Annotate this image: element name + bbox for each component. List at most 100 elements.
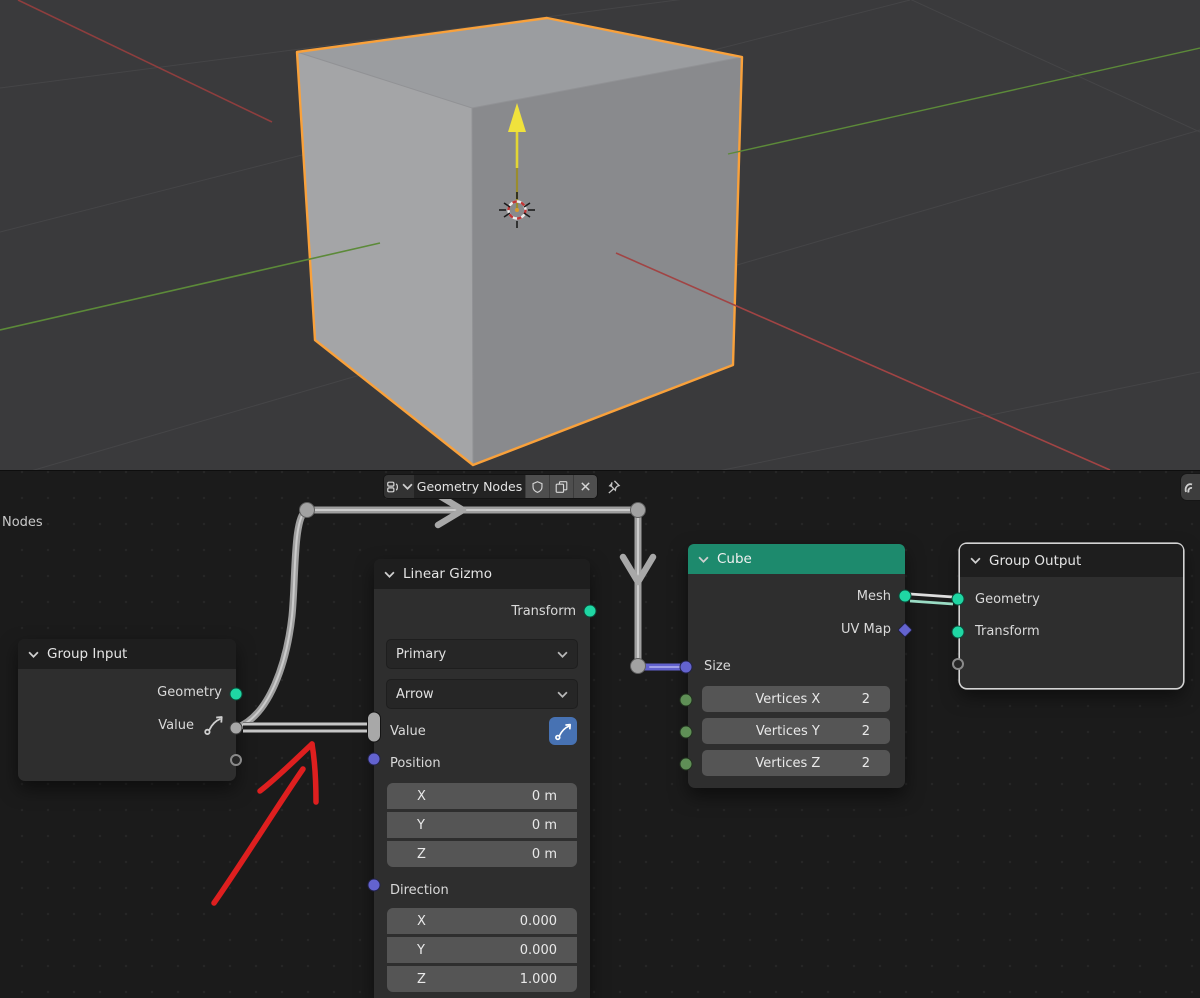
field-value: 0 m: [532, 818, 557, 833]
collapse-chevron-icon[interactable]: [970, 557, 981, 564]
socket-cube-mesh-out[interactable]: [899, 590, 912, 603]
input-row-transform: Transform: [960, 615, 1183, 648]
output-row-geometry: Geometry: [18, 676, 236, 708]
link-value-double: [243, 724, 372, 731]
position-x-field[interactable]: X 0 m: [387, 783, 577, 809]
input-row-position: Position: [374, 747, 590, 779]
gizmo-toggle-button[interactable]: [549, 717, 577, 745]
socket-group-output-transform-in[interactable]: [952, 626, 965, 639]
axis-label: Y: [417, 818, 425, 833]
socket-linear-gizmo-transform-out[interactable]: [584, 605, 597, 618]
vertices-x-field[interactable]: Vertices X 2: [702, 686, 890, 712]
field-label: Vertices X: [708, 692, 868, 707]
node-header-group-input[interactable]: Group Input: [18, 639, 236, 669]
input-label: Geometry: [975, 592, 1040, 607]
socket-cube-vertices-x-in[interactable]: [680, 694, 693, 707]
direction-y-field[interactable]: Y 0.000: [387, 937, 577, 963]
node-group-input[interactable]: Group Input Geometry Value: [18, 639, 236, 781]
socket-cube-size-in[interactable]: [680, 661, 693, 674]
snapping-icon-button[interactable]: [1181, 474, 1200, 500]
input-row-size: Size: [688, 646, 905, 686]
chevron-down-icon: [402, 483, 413, 490]
node-tree-name-field[interactable]: Geometry Nodes: [414, 475, 525, 498]
dropdown-value: Arrow: [396, 687, 557, 702]
link-mesh-geometry-double: [910, 594, 953, 597]
gizmo-dial-icon: [554, 722, 573, 741]
output-row-value: Value: [18, 708, 236, 742]
input-label: Size: [704, 659, 731, 674]
node-linear-gizmo[interactable]: Linear Gizmo Transform Primary Arrow Val…: [374, 559, 590, 998]
socket-linear-gizmo-value-in[interactable]: [367, 712, 381, 743]
output-row-transform: Transform: [374, 593, 590, 629]
new-node-tree-button[interactable]: [549, 475, 573, 498]
node-header-cube[interactable]: Cube: [688, 544, 905, 574]
socket-cube-vertices-y-in[interactable]: [680, 726, 693, 739]
input-row-geometry: Geometry: [960, 583, 1183, 615]
node-header-linear-gizmo[interactable]: Linear Gizmo: [374, 559, 590, 589]
node-header-group-output[interactable]: Group Output: [960, 544, 1183, 577]
field-value: 0 m: [532, 847, 557, 862]
input-label: Position: [390, 756, 441, 771]
pin-button[interactable]: [602, 475, 624, 498]
gizmo-dial-icon: [203, 714, 225, 736]
node-title: Group Input: [47, 646, 127, 662]
vertices-y-field[interactable]: Vertices Y 2: [702, 718, 890, 744]
socket-group-input-geometry-out[interactable]: [230, 688, 243, 701]
socket-linear-gizmo-direction-in[interactable]: [368, 879, 381, 892]
position-z-field[interactable]: Z 0 m: [387, 841, 577, 867]
output-label: UV Map: [841, 622, 891, 637]
node-group-output[interactable]: Group Output Geometry Transform: [960, 544, 1183, 688]
collapse-chevron-icon[interactable]: [384, 571, 395, 578]
fake-user-button[interactable]: [525, 475, 549, 498]
axis-label: Y: [417, 943, 425, 958]
output-label: Geometry: [157, 685, 222, 700]
collapse-chevron-icon[interactable]: [28, 651, 39, 658]
gizmo-role-dropdown[interactable]: Primary: [386, 639, 578, 669]
axis-label: Z: [417, 847, 426, 862]
direction-z-field[interactable]: Z 1.000: [387, 966, 577, 992]
3d-viewport[interactable]: [0, 0, 1200, 470]
socket-group-output-geometry-in[interactable]: [952, 593, 965, 606]
socket-linear-gizmo-position-in[interactable]: [368, 753, 381, 766]
field-value: 0 m: [532, 789, 557, 804]
vertices-z-field[interactable]: Vertices Z 2: [702, 750, 890, 776]
socket-cube-vertices-z-in[interactable]: [680, 758, 693, 771]
chevron-down-icon: [557, 651, 568, 658]
collapse-chevron-icon[interactable]: [698, 556, 709, 563]
shield-icon: [531, 480, 544, 494]
socket-group-input-value-out[interactable]: [230, 722, 243, 735]
close-icon: [580, 481, 591, 492]
output-label: Value: [158, 718, 194, 733]
chevron-down-icon: [557, 691, 568, 698]
axis-label: X: [417, 914, 426, 929]
node-title: Cube: [717, 551, 752, 567]
input-label: Transform: [975, 624, 1040, 639]
blender-window: Nodes Geometry Nodes: [0, 0, 1200, 998]
link-arrow-right: [438, 495, 463, 525]
input-row-direction: Direction: [374, 875, 590, 905]
gizmo-style-dropdown[interactable]: Arrow: [386, 679, 578, 709]
direction-x-field[interactable]: X 0.000: [387, 908, 577, 934]
direction-fields: X 0.000 Y 0.000 Z 1.000: [387, 908, 577, 992]
position-fields: X 0 m Y 0 m Z 0 m: [387, 783, 577, 867]
output-row-uvmap: UV Map: [688, 612, 905, 646]
field-value: 0.000: [520, 943, 557, 958]
link-arrow-down: [623, 557, 653, 582]
field-value: 1.000: [520, 972, 557, 987]
position-y-field[interactable]: Y 0 m: [387, 812, 577, 838]
node-tree-type-button[interactable]: [384, 475, 414, 498]
input-row-value: Value: [374, 715, 590, 747]
node-tree-icon: [386, 480, 400, 494]
node-cube[interactable]: Cube Mesh UV Map Size Vertices X 2 Verti…: [688, 544, 905, 788]
snap-magnet-icon: [1183, 479, 1199, 495]
node-title: Group Output: [989, 553, 1081, 569]
socket-group-input-extend[interactable]: [230, 754, 242, 766]
field-label: Vertices Z: [708, 756, 868, 771]
editor-title-overlay: Nodes: [2, 515, 43, 530]
field-label: Vertices Y: [708, 724, 868, 739]
output-label: Transform: [511, 604, 576, 619]
socket-group-output-extend[interactable]: [952, 658, 964, 670]
unlink-button[interactable]: [573, 475, 597, 498]
output-row-mesh: Mesh: [688, 580, 905, 612]
geometry-node-editor[interactable]: Nodes Geometry Nodes: [0, 470, 1200, 998]
